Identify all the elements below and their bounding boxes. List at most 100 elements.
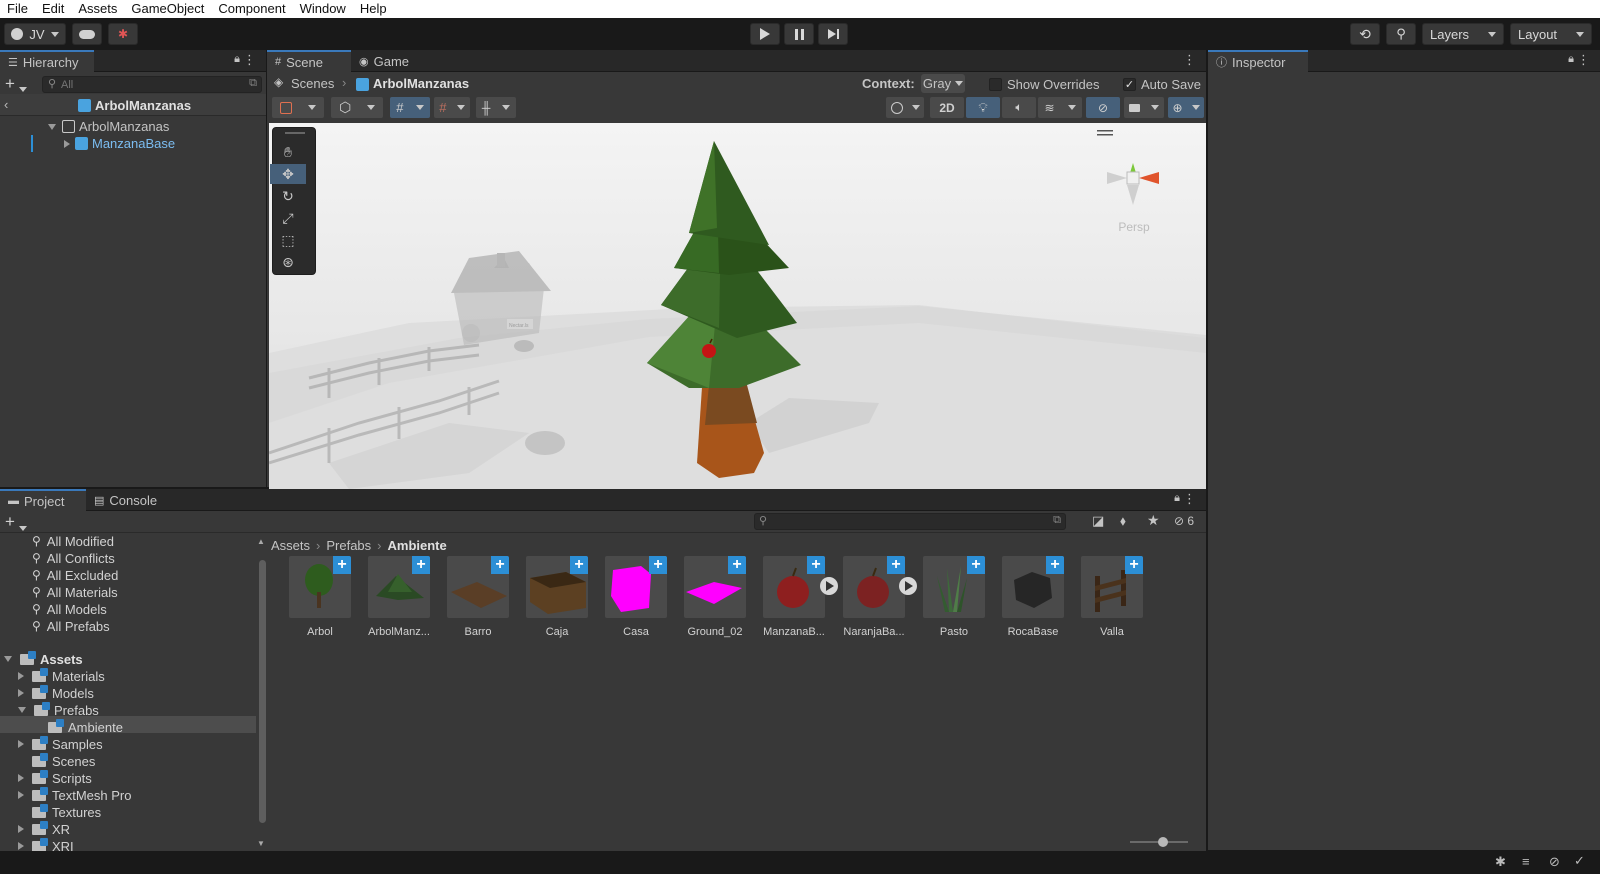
chevron-right-icon[interactable] xyxy=(18,825,24,833)
cloud-button[interactable] xyxy=(72,23,102,45)
menu-file[interactable]: File xyxy=(0,0,35,18)
menu-gameobject[interactable]: GameObject xyxy=(124,0,211,18)
breadcrumb-prefabs[interactable]: Prefabs xyxy=(326,538,371,553)
grid-visibility-button[interactable]: ╫ xyxy=(476,97,516,118)
label-tag-icon[interactable]: ⬧ xyxy=(1120,513,1126,529)
render-mode-button[interactable]: ⬡ xyxy=(331,97,383,118)
filter-type-icon[interactable]: ◪ xyxy=(1092,513,1104,529)
hierarchy-search-input[interactable] xyxy=(61,78,231,91)
folder-item[interactable]: Samples xyxy=(18,735,103,752)
history-button[interactable]: ⟲ xyxy=(1350,23,1380,45)
context-dropdown[interactable]: Gray xyxy=(921,74,965,93)
sidebar-scrollbar[interactable] xyxy=(259,560,266,823)
menu-component[interactable]: Component xyxy=(211,0,292,18)
hand-tool[interactable]: ✋︎ xyxy=(270,142,306,162)
layout-dropdown[interactable]: Layout xyxy=(1510,23,1592,45)
asset-item[interactable]: + Ground_02 xyxy=(683,556,747,638)
hierarchy-item[interactable]: ManzanaBase xyxy=(0,135,263,152)
asset-item[interactable]: + ManzanaB... xyxy=(762,556,826,638)
chevron-right-icon[interactable] xyxy=(18,672,24,680)
breadcrumb-assets[interactable]: Assets xyxy=(271,538,310,553)
scroll-up-icon[interactable]: ▲ xyxy=(257,537,265,546)
gizmos-dropdown[interactable]: ⊕ xyxy=(1168,97,1204,118)
tab-project[interactable]: ▬ Project xyxy=(0,489,86,511)
scene-visibility-toggle[interactable]: ⊘ xyxy=(1086,97,1120,118)
asset-item[interactable]: + Barro xyxy=(446,556,510,638)
show-overrides-checkbox[interactable] xyxy=(989,78,1002,91)
favorite-item[interactable]: ⚲ All Excluded xyxy=(32,567,118,583)
favorite-item[interactable]: ⚲ All Prefabs xyxy=(32,618,110,634)
toggle-2d-button[interactable]: 2D xyxy=(930,97,964,118)
scroll-down-icon[interactable]: ▼ xyxy=(257,839,265,848)
menu-assets[interactable]: Assets xyxy=(71,0,124,18)
more-options-icon[interactable]: ⋮ xyxy=(243,52,256,68)
asset-item[interactable]: + NaranjaBa... xyxy=(842,556,906,638)
play-button[interactable] xyxy=(750,23,780,45)
transform-tool[interactable]: ⊛ xyxy=(270,252,306,272)
pause-button[interactable] xyxy=(784,23,814,45)
star-icon[interactable]: ★ xyxy=(1147,512,1160,529)
lock-icon[interactable]: 🔒︎ xyxy=(234,53,240,66)
scene-viewport[interactable]: Nectar.ls Persp xyxy=(269,123,1206,489)
asset-item[interactable]: + RocaBase xyxy=(1001,556,1065,638)
folder-item[interactable]: Scripts xyxy=(18,769,92,786)
favorite-item[interactable]: ⚲ All Conflicts xyxy=(32,550,115,566)
auto-save-checkbox[interactable]: ✓ xyxy=(1123,78,1136,91)
lock-icon[interactable]: 🔒︎ xyxy=(1568,53,1574,66)
folder-item[interactable]: Textures xyxy=(18,803,101,820)
check-circle-icon[interactable]: ✓ xyxy=(1574,853,1585,869)
camera-dropdown[interactable] xyxy=(1124,97,1164,118)
bug-icon[interactable]: ✱ xyxy=(1495,854,1506,870)
more-options-icon[interactable]: ⋮ xyxy=(1183,52,1196,68)
rotate-tool[interactable]: ↻ xyxy=(270,186,306,206)
increment-snap-button[interactable]: # xyxy=(434,97,470,118)
breadcrumb-ambiente[interactable]: Ambiente xyxy=(388,538,447,553)
folder-item[interactable]: Models xyxy=(18,684,94,701)
move-tool[interactable]: ✥ xyxy=(270,164,306,184)
favorite-item[interactable]: ⚲ All Modified xyxy=(32,533,114,549)
chevron-down-icon[interactable] xyxy=(19,80,27,95)
chevron-right-icon[interactable] xyxy=(18,774,24,782)
cache-stack-icon[interactable]: ≡ xyxy=(1522,854,1530,869)
folder-item-ambiente[interactable]: Ambiente xyxy=(48,718,123,735)
grid-snap-button[interactable]: # xyxy=(390,97,430,118)
chevron-right-icon[interactable] xyxy=(18,842,24,850)
add-icon[interactable]: + xyxy=(5,74,15,94)
chevron-right-icon[interactable] xyxy=(18,740,24,748)
breadcrumb-prefab[interactable]: ArbolManzanas xyxy=(373,76,469,91)
hierarchy-item[interactable]: ArbolManzanas xyxy=(0,118,263,135)
search-filter-icon[interactable]: ⧉ xyxy=(1053,514,1061,527)
favorite-item[interactable]: ⚲ All Models xyxy=(32,601,107,617)
chevron-down-icon[interactable] xyxy=(18,707,26,713)
zoom-slider-thumb[interactable] xyxy=(1158,837,1168,847)
search-button[interactable]: ⚲ xyxy=(1386,23,1416,45)
folder-item[interactable]: XR xyxy=(18,820,70,837)
effects-dropdown[interactable]: ≋ xyxy=(1038,97,1082,118)
shading-mode-button[interactable] xyxy=(886,97,924,118)
hierarchy-scene-header[interactable]: ‹ ArbolManzanas xyxy=(0,94,266,116)
asset-item[interactable]: + Pasto xyxy=(922,556,986,638)
chevron-right-icon[interactable] xyxy=(18,791,24,799)
rect-tool[interactable]: ⬚ xyxy=(270,230,306,250)
asset-item[interactable]: + Casa xyxy=(604,556,668,638)
asset-item[interactable]: + Valla xyxy=(1080,556,1144,638)
drag-handle[interactable] xyxy=(285,132,305,134)
asset-item[interactable]: + Caja xyxy=(525,556,589,638)
asset-item[interactable]: + Arbol xyxy=(288,556,352,638)
back-icon[interactable]: ‹ xyxy=(4,97,8,112)
folder-item[interactable]: Scenes xyxy=(18,752,95,769)
asset-item[interactable]: + ArbolManz... xyxy=(367,556,431,638)
favorite-item[interactable]: ⚲ All Materials xyxy=(32,584,118,600)
step-button[interactable] xyxy=(818,23,848,45)
more-options-icon[interactable]: ⋮ xyxy=(1577,52,1590,68)
expand-prefab-icon[interactable] xyxy=(820,577,838,595)
tab-scene[interactable]: # Scene xyxy=(267,50,351,72)
chevron-down-icon[interactable] xyxy=(4,656,12,662)
lighting-toggle[interactable]: 💡︎ xyxy=(966,97,1000,118)
tab-inspector[interactable]: ⓘ Inspector xyxy=(1208,50,1308,72)
folder-item[interactable]: Materials xyxy=(18,667,105,684)
tab-hierarchy[interactable]: ☰ Hierarchy xyxy=(0,50,94,72)
audio-toggle[interactable]: 🔈︎ xyxy=(1002,97,1036,118)
menu-window[interactable]: Window xyxy=(293,0,353,18)
menu-edit[interactable]: Edit xyxy=(35,0,71,18)
